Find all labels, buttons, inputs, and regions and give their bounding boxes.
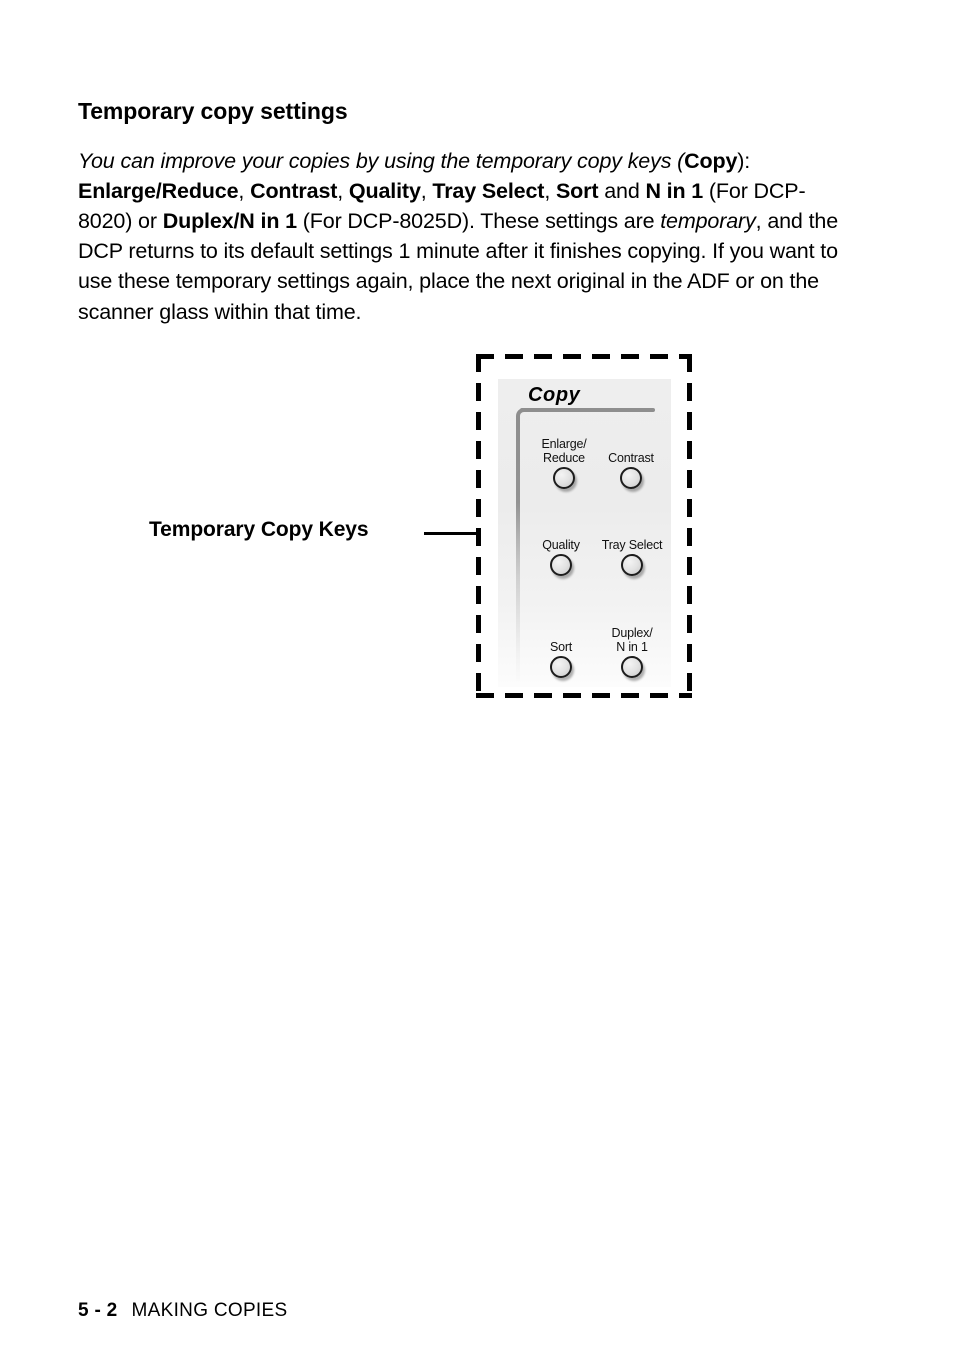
key-contrast[interactable]: Contrast <box>600 431 662 489</box>
dashed-edge-top <box>476 354 692 359</box>
panel-divider-rule <box>520 408 655 412</box>
copy-control-panel: Copy Enlarge/Reduce Contrast Quality Tra… <box>498 379 671 687</box>
callout-label-temporary-copy-keys: Temporary Copy Keys <box>149 518 369 541</box>
key-label-contrast: Contrast <box>608 450 654 465</box>
key-button-quality[interactable] <box>550 554 572 576</box>
key-button-enlarge-reduce[interactable] <box>553 467 575 489</box>
key-enlarge-reduce[interactable]: Enlarge/Reduce <box>530 417 598 489</box>
footer-section-name: MAKING COPIES <box>131 1300 288 1321</box>
callout-leader-line <box>424 532 478 535</box>
dashed-edge-bottom <box>476 693 692 698</box>
key-quality[interactable]: Quality <box>530 518 592 576</box>
dashed-edge-left <box>476 354 481 698</box>
dashed-highlight-box <box>476 354 692 698</box>
panel-gradient-strip <box>516 419 520 681</box>
key-button-tray-select[interactable] <box>621 554 643 576</box>
key-label-duplex-n-in-1: Duplex/N in 1 <box>611 626 653 654</box>
key-button-duplex-n-in-1[interactable] <box>621 656 643 678</box>
copy-panel-logo: Copy <box>528 384 581 406</box>
key-sort[interactable]: Sort <box>530 620 592 678</box>
key-label-quality: Quality <box>542 537 580 552</box>
key-button-contrast[interactable] <box>620 467 642 489</box>
key-label-tray-select: Tray Select <box>601 537 663 552</box>
footer-page-number: 5 - 2 <box>78 1300 118 1321</box>
key-label-enlarge-reduce: Enlarge/Reduce <box>541 437 587 465</box>
dashed-edge-right <box>687 354 692 698</box>
panel-bracket-corner <box>516 408 534 426</box>
key-tray-select[interactable]: Tray Select <box>596 518 668 576</box>
page-footer: 5 - 2 MAKING COPIES <box>78 1300 287 1322</box>
page-title: Temporary copy settings <box>78 98 348 125</box>
key-button-sort[interactable] <box>550 656 572 678</box>
body-paragraph: You can improve your copies by using the… <box>78 148 839 324</box>
key-label-sort: Sort <box>549 639 573 654</box>
key-duplex-n-in-1[interactable]: Duplex/N in 1 <box>596 606 668 678</box>
